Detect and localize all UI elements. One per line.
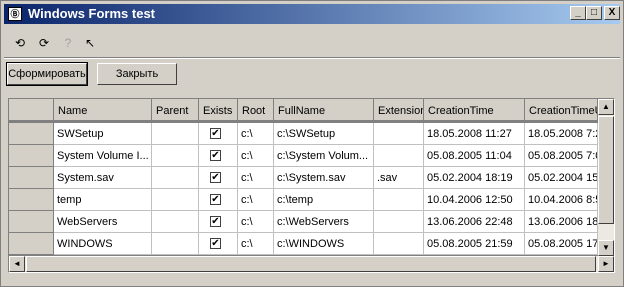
cell-root[interactable]: c:\ bbox=[238, 233, 274, 255]
cell-creationtimeu[interactable]: 13.06.2006 18: bbox=[525, 211, 598, 233]
cell-exists[interactable]: ✔ bbox=[199, 233, 238, 255]
cell-creationtime[interactable]: 05.08.2005 11:04 bbox=[424, 145, 525, 167]
cell-name[interactable]: System Volume I... bbox=[54, 145, 152, 167]
vertical-scroll-thumb[interactable] bbox=[598, 116, 614, 224]
cell-creationtime[interactable]: 10.04.2006 12:50 bbox=[424, 189, 525, 211]
exists-checkbox[interactable]: ✔ bbox=[210, 150, 221, 161]
cell-creationtimeu[interactable]: 05.02.2004 15: bbox=[525, 167, 598, 189]
app-icon[interactable]: Ⓑ bbox=[8, 7, 22, 21]
cell-fullname[interactable]: c:\WebServers bbox=[274, 211, 374, 233]
header-parent[interactable]: Parent bbox=[152, 99, 199, 121]
cell-creationtimeu[interactable]: 05.08.2005 17: bbox=[525, 233, 598, 255]
cell-name[interactable]: WINDOWS bbox=[54, 233, 152, 255]
exists-checkbox[interactable]: ✔ bbox=[210, 194, 221, 205]
header-corner bbox=[9, 99, 54, 121]
table-row[interactable]: WebServers ✔ c:\ c:\WebServers 13.06.2006 22… bbox=[9, 211, 598, 233]
cell-fullname[interactable]: c:\System.sav bbox=[274, 167, 374, 189]
scroll-left-button[interactable]: ◄ bbox=[9, 256, 25, 272]
row-header[interactable] bbox=[9, 167, 54, 189]
cell-extension[interactable] bbox=[374, 233, 424, 255]
cell-creationtimeu[interactable]: 18.05.2008 7:2 bbox=[525, 123, 598, 145]
cell-parent[interactable] bbox=[152, 211, 199, 233]
cell-exists[interactable]: ✔ bbox=[199, 167, 238, 189]
cell-root[interactable]: c:\ bbox=[238, 189, 274, 211]
generate-button[interactable]: Сформировать bbox=[6, 62, 88, 86]
table-row[interactable]: WINDOWS ✔ c:\ c:\WINDOWS 05.08.2005 21:59 05.… bbox=[9, 233, 598, 255]
cell-name[interactable]: WebServers bbox=[54, 211, 152, 233]
cell-name[interactable]: SWSetup bbox=[54, 123, 152, 145]
table-row[interactable]: System Volume I... ✔ c:\ c:\System Volum...… bbox=[9, 145, 598, 167]
header-name[interactable]: Name bbox=[54, 99, 152, 121]
cell-extension[interactable] bbox=[374, 189, 424, 211]
close-button[interactable]: X bbox=[604, 6, 620, 20]
cell-creationtime[interactable]: 18.05.2008 11:27 bbox=[424, 123, 525, 145]
cell-extension[interactable] bbox=[374, 211, 424, 233]
cell-parent[interactable] bbox=[152, 123, 199, 145]
exists-checkbox[interactable]: ✔ bbox=[210, 238, 221, 249]
cell-exists[interactable]: ✔ bbox=[199, 145, 238, 167]
horizontal-scrollbar[interactable]: ◄ ► bbox=[9, 256, 614, 272]
cell-name[interactable]: temp bbox=[54, 189, 152, 211]
exists-checkbox[interactable]: ✔ bbox=[210, 216, 221, 227]
cell-creationtimeu[interactable]: 05.08.2005 7:0 bbox=[525, 145, 598, 167]
cell-parent[interactable] bbox=[152, 167, 199, 189]
main-window: Ⓑ Windows Forms test _ □ X ⟲ ⟳ ? ↖ Сформ… bbox=[0, 0, 624, 287]
cell-exists[interactable]: ✔ bbox=[199, 211, 238, 233]
cell-parent[interactable] bbox=[152, 233, 199, 255]
header-extension[interactable]: Extension bbox=[374, 99, 424, 121]
cell-creationtimeu[interactable]: 10.04.2006 8:5 bbox=[525, 189, 598, 211]
data-grid[interactable]: Name Parent Exists Root FullName Extensi… bbox=[8, 98, 615, 273]
row-header[interactable] bbox=[9, 145, 54, 167]
header-creationtime[interactable]: CreationTime bbox=[424, 99, 525, 121]
row-header[interactable] bbox=[9, 211, 54, 233]
cell-root[interactable]: c:\ bbox=[238, 123, 274, 145]
table-row[interactable]: System.sav ✔ c:\ c:\System.sav .sav 05.02.200… bbox=[9, 167, 598, 189]
table-row[interactable]: temp ✔ c:\ c:\temp 10.04.2006 12:50 10.04.200… bbox=[9, 189, 598, 211]
cell-fullname[interactable]: c:\SWSetup bbox=[274, 123, 374, 145]
grid-header: Name Parent Exists Root FullName Extensi… bbox=[9, 99, 614, 121]
header-root[interactable]: Root bbox=[238, 99, 274, 121]
cell-creationtime[interactable]: 05.02.2004 18:19 bbox=[424, 167, 525, 189]
cell-fullname[interactable]: c:\System Volum... bbox=[274, 145, 374, 167]
vertical-scrollbar[interactable]: ▲ ▼ bbox=[598, 99, 614, 256]
minimize-button[interactable]: _ bbox=[570, 6, 586, 20]
cell-extension[interactable] bbox=[374, 145, 424, 167]
close-form-button[interactable]: Закрыть bbox=[97, 63, 177, 85]
title-bar[interactable]: Ⓑ Windows Forms test _ □ X bbox=[4, 4, 620, 24]
header-fullname[interactable]: FullName bbox=[274, 99, 374, 121]
table-row[interactable]: SWSetup ✔ c:\ c:\SWSetup 18.05.2008 11:27 18.… bbox=[9, 123, 598, 145]
toolbar-separator bbox=[4, 57, 620, 59]
help-disabled-icon: ? bbox=[64, 36, 72, 50]
cell-root[interactable]: c:\ bbox=[238, 145, 274, 167]
scroll-up-button[interactable]: ▲ bbox=[598, 99, 614, 115]
exists-checkbox[interactable]: ✔ bbox=[210, 128, 221, 139]
cell-creationtime[interactable]: 13.06.2006 22:48 bbox=[424, 211, 525, 233]
cell-root[interactable]: c:\ bbox=[238, 211, 274, 233]
cell-exists[interactable]: ✔ bbox=[199, 189, 238, 211]
horizontal-scroll-thumb[interactable] bbox=[26, 256, 596, 272]
scroll-right-button[interactable]: ► bbox=[598, 256, 614, 272]
refresh-beta-icon[interactable]: ⟳ bbox=[35, 34, 53, 52]
cell-creationtime[interactable]: 05.08.2005 21:59 bbox=[424, 233, 525, 255]
cell-exists[interactable]: ✔ bbox=[199, 123, 238, 145]
maximize-button[interactable]: □ bbox=[586, 6, 602, 20]
cell-extension[interactable] bbox=[374, 123, 424, 145]
header-creationtimeu[interactable]: CreationTimeU bbox=[525, 99, 598, 121]
pointer-help-icon[interactable]: ↖ bbox=[81, 34, 99, 52]
window-title: Windows Forms test bbox=[28, 6, 156, 21]
cell-fullname[interactable]: c:\temp bbox=[274, 189, 374, 211]
cell-parent[interactable] bbox=[152, 145, 199, 167]
row-header[interactable] bbox=[9, 233, 54, 255]
exists-checkbox[interactable]: ✔ bbox=[210, 172, 221, 183]
cell-extension[interactable]: .sav bbox=[374, 167, 424, 189]
refresh-alpha-icon[interactable]: ⟲ bbox=[11, 34, 29, 52]
cell-name[interactable]: System.sav bbox=[54, 167, 152, 189]
cell-root[interactable]: c:\ bbox=[238, 167, 274, 189]
cell-parent[interactable] bbox=[152, 189, 199, 211]
row-header[interactable] bbox=[9, 189, 54, 211]
row-header[interactable] bbox=[9, 123, 54, 145]
cell-fullname[interactable]: c:\WINDOWS bbox=[274, 233, 374, 255]
header-exists[interactable]: Exists bbox=[199, 99, 238, 121]
scroll-down-button[interactable]: ▼ bbox=[598, 240, 614, 256]
